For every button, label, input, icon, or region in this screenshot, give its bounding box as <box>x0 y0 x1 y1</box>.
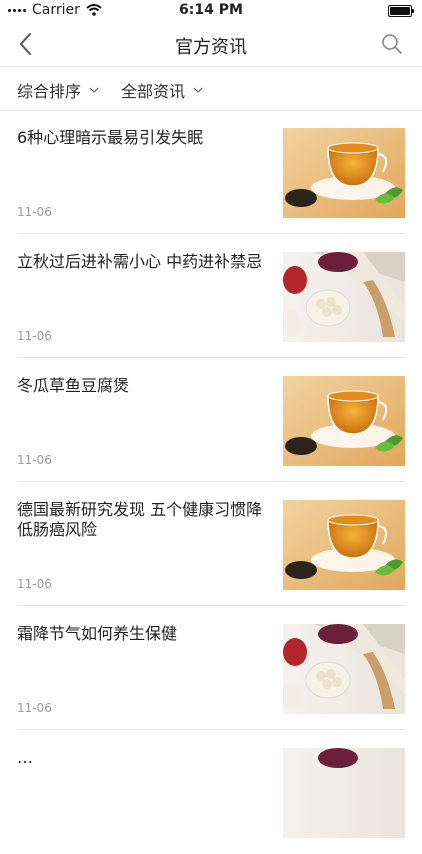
herbs-image <box>283 252 405 342</box>
article-title: 德国最新研究发现 五个健康习惯降低肠癌风险 <box>17 500 263 539</box>
article-title: … <box>17 748 33 767</box>
status-time: 6:14 PM <box>179 2 243 18</box>
row-divider <box>17 481 405 482</box>
tea-cup-image <box>283 500 405 590</box>
article-date: 11-06 <box>17 453 52 467</box>
article-title: 冬瓜草鱼豆腐煲 <box>17 376 130 395</box>
navigation-bar: 官方资讯 <box>0 22 422 67</box>
tea-cup-image <box>283 128 405 218</box>
row-divider <box>17 605 405 606</box>
article-title: 6种心理暗示最易引发失眠 <box>17 128 204 147</box>
article-date: 11-06 <box>17 329 52 343</box>
article-title: 立秋过后进补需小心 中药进补禁忌 <box>17 252 263 271</box>
row-divider <box>17 729 405 730</box>
article-date: 11-06 <box>17 205 52 219</box>
battery-icon <box>388 5 414 17</box>
sort-label: 综合排序 <box>17 82 82 101</box>
article-date: 11-06 <box>17 577 52 591</box>
category-label: 全部资讯 <box>121 82 186 101</box>
row-divider <box>17 357 405 358</box>
chevron-down-icon <box>89 87 99 93</box>
article-row[interactable]: 霜降节气如何养生保健 11-06 <box>0 607 422 730</box>
article-row[interactable]: 冬瓜草鱼豆腐煲 11-06 <box>0 359 422 482</box>
herbs-image <box>283 624 405 714</box>
page-title: 官方资讯 <box>175 37 247 58</box>
article-date: 11-06 <box>17 701 52 715</box>
chevron-down-icon <box>193 87 203 93</box>
article-row[interactable]: 6种心理暗示最易引发失眠 11-06 <box>0 111 422 234</box>
tea-cup-image <box>283 376 405 466</box>
category-dropdown[interactable]: 全部资讯 <box>121 78 203 102</box>
search-icon[interactable] <box>380 32 404 56</box>
article-title: 霜降节气如何养生保健 <box>17 624 178 643</box>
herbs-image <box>283 748 405 838</box>
filter-bar: 综合排序 全部资讯 <box>0 67 422 111</box>
sort-dropdown[interactable]: 综合排序 <box>17 78 99 102</box>
article-row[interactable]: … <box>0 731 422 854</box>
article-row[interactable]: 德国最新研究发现 五个健康习惯降低肠癌风险 11-06 <box>0 483 422 606</box>
status-bar: Carrier 6:14 PM <box>0 0 422 22</box>
row-divider <box>17 233 405 234</box>
article-row[interactable]: 立秋过后进补需小心 中药进补禁忌 11-06 <box>0 235 422 358</box>
